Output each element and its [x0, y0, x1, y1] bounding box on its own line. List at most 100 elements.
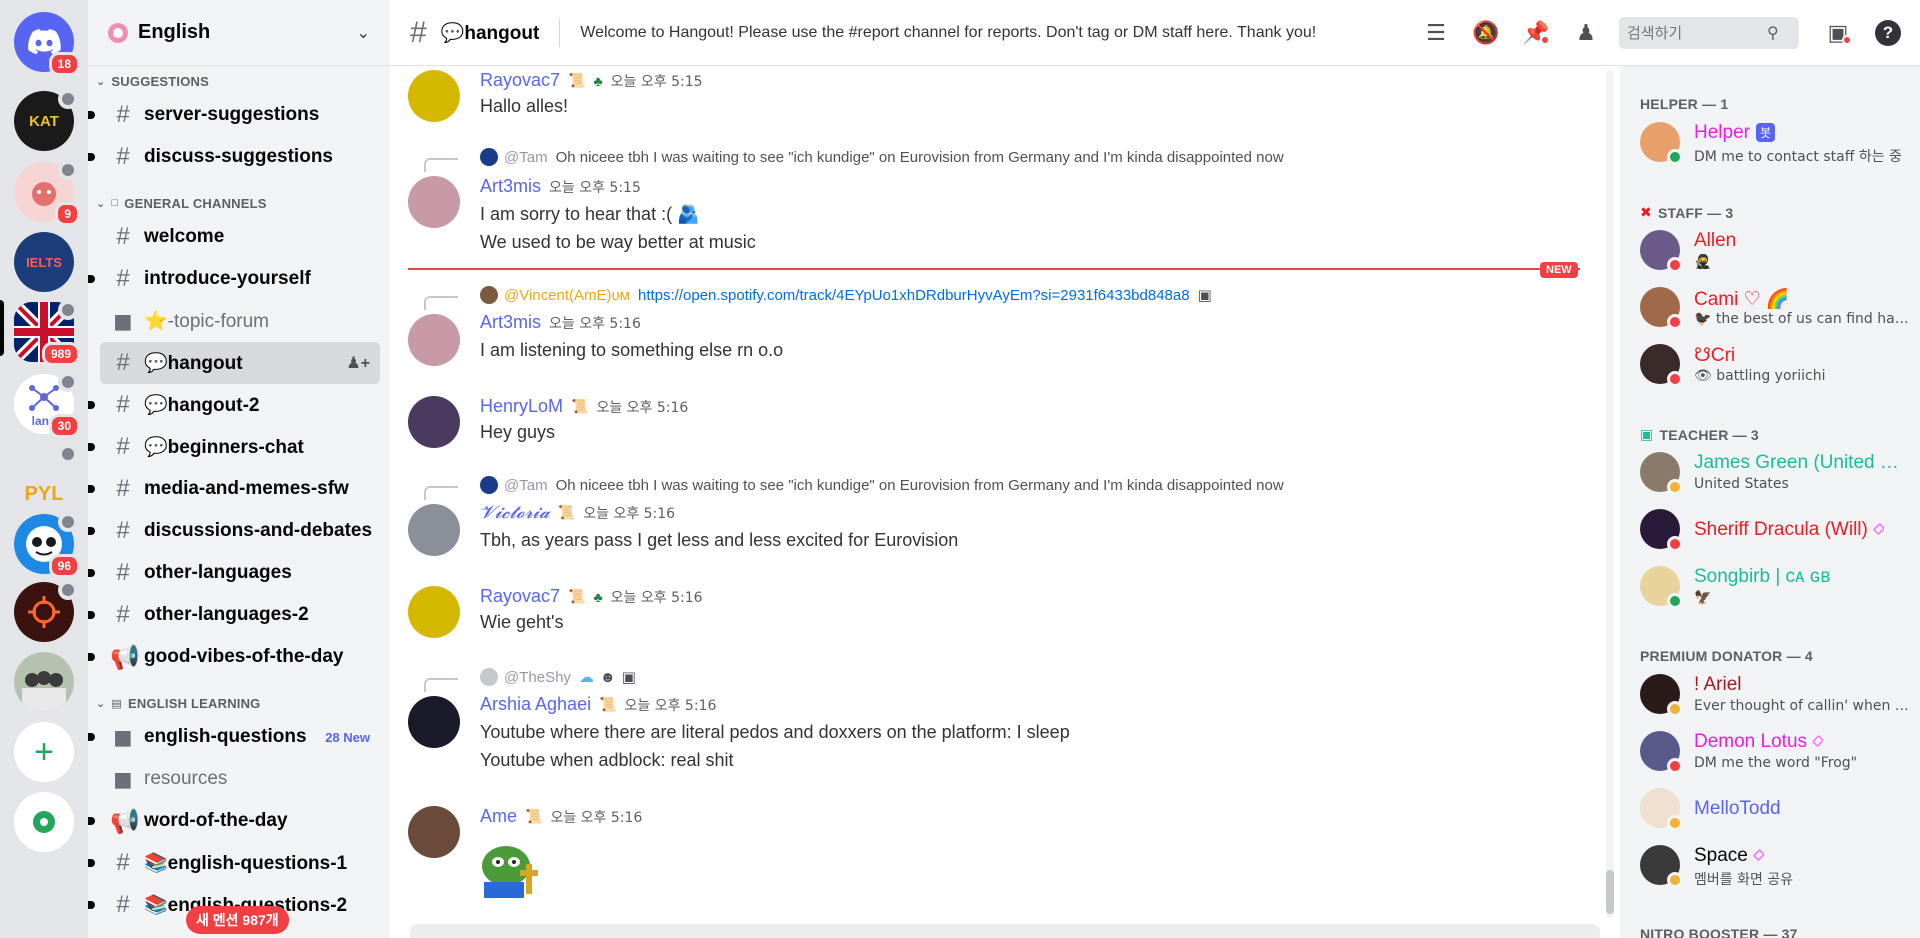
boost-icon: [58, 512, 78, 532]
message-text: I am sorry to hear that :( 🫂: [480, 204, 700, 224]
avatar[interactable]: [408, 70, 460, 122]
reply-preview[interactable]: @TheShy ☁ ☻ ▣: [424, 668, 636, 692]
member-item[interactable]: Space 멤버를 화면 공유: [1640, 839, 1910, 891]
member-item[interactable]: Allen 🥷: [1640, 224, 1910, 276]
member-item[interactable]: MelloTodd: [1640, 782, 1910, 834]
hashtag-icon: #: [116, 849, 130, 876]
avatar[interactable]: [408, 396, 460, 448]
member-list-icon[interactable]: ♟: [1570, 17, 1602, 49]
bot-badge: 봇: [1755, 123, 1776, 143]
member-name: ☋Cri: [1694, 345, 1736, 366]
channel-topic[interactable]: Welcome to Hangout! Please use the #repo…: [580, 24, 1316, 42]
channel-english-questions[interactable]: ◼ english-questions 28 New: [88, 716, 380, 758]
member-item[interactable]: Demon Lotus DM me the word "Frog": [1640, 725, 1910, 777]
channel-hangout[interactable]: # 💬hangout ♟+: [100, 342, 380, 384]
channel-good-vibes[interactable]: 📢 good-vibes-of-the-day: [88, 636, 380, 678]
server-icon-pyl[interactable]: PYL: [14, 444, 78, 506]
channel-english-questions-1[interactable]: # 📚english-questions-1: [88, 842, 380, 884]
search-icon: ⚲: [1767, 25, 1779, 42]
member-item[interactable]: ☋Cri 👁 battling yoriichi: [1640, 338, 1910, 390]
member-item[interactable]: ! Ariel Ever thought of callin' when you…: [1640, 668, 1910, 720]
guild-header[interactable]: English ⌄: [88, 0, 390, 66]
pepe-sticker[interactable]: [480, 836, 542, 898]
threads-icon[interactable]: ☰: [1420, 17, 1452, 49]
server-icon-9[interactable]: [14, 652, 74, 712]
avatar[interactable]: [408, 696, 460, 748]
server-icon-lang[interactable]: lang 30: [14, 372, 80, 438]
server-icon-kat[interactable]: KAT: [14, 89, 78, 151]
message-composer[interactable]: [410, 924, 1600, 938]
message-author[interactable]: Art3mis: [480, 312, 541, 333]
member-status: United States: [1694, 476, 1789, 492]
channel-resources[interactable]: ◼ resources: [100, 758, 380, 800]
server-icon-2[interactable]: 9: [14, 160, 80, 226]
avatar[interactable]: [408, 176, 460, 228]
new-mentions-pill[interactable]: 새 멘션 987개: [186, 906, 289, 934]
message-author[interactable]: Ame: [480, 806, 517, 827]
member-item[interactable]: Sheriff Dracula (Will): [1640, 503, 1910, 555]
status-idle-icon: [1667, 701, 1683, 717]
message-author[interactable]: Rayovac7: [480, 70, 560, 91]
category-english-learning[interactable]: ⌄ ▤ ENGLISH LEARNING: [88, 690, 390, 716]
notification-muted-icon[interactable]: 🔕: [1470, 17, 1502, 49]
status-dnd-icon: [1667, 758, 1683, 774]
server-icon-english[interactable]: 989: [14, 300, 80, 366]
discover-button[interactable]: [14, 792, 74, 852]
search-box[interactable]: ⚲: [1619, 17, 1799, 49]
help-icon[interactable]: ?: [1872, 17, 1904, 49]
reply-preview[interactable]: @Tam Oh niceee tbh I was waiting to see "…: [424, 476, 1284, 500]
member-item[interactable]: Songbirb | ᴄᴀ ɢʙ 🦅: [1640, 560, 1910, 612]
add-server-button[interactable]: +: [14, 722, 74, 782]
forum-icon: ◼: [113, 723, 133, 751]
channel-hangout-2[interactable]: # 💬hangout-2: [88, 384, 380, 426]
server-icon-ielts[interactable]: IELTS: [14, 232, 74, 292]
pin-icon[interactable]: 📌: [1520, 17, 1552, 49]
image-icon: ▣: [1197, 287, 1212, 304]
role-header: ✖ STAFF — 3: [1640, 204, 1734, 221]
category-general[interactable]: ⌄ □ GENERAL CHANNELS: [88, 190, 390, 216]
channel-other-languages-2[interactable]: # other-languages-2: [88, 594, 380, 636]
status-online-icon: [1667, 593, 1683, 609]
home-button[interactable]: 18: [14, 12, 80, 76]
spotify-link[interactable]: https://open.spotify.com/track/4EYpUo1xh…: [638, 287, 1190, 304]
channel-server-suggestions[interactable]: # server-suggestions: [88, 94, 380, 136]
avatar[interactable]: [408, 314, 460, 366]
channel-other-languages[interactable]: # other-languages: [88, 552, 380, 594]
hashtag-icon: #: [116, 433, 130, 460]
scrollbar-track[interactable]: [1606, 70, 1614, 918]
timestamp: 오늘 오후 5:16: [550, 809, 643, 826]
server-icon-7[interactable]: 96: [14, 512, 80, 578]
channel-beginners-chat[interactable]: # 💬beginners-chat: [88, 426, 380, 468]
reply-preview[interactable]: @Tam Oh niceee tbh I was waiting to see "…: [424, 148, 1284, 172]
category-suggestions[interactable]: ⌄ SUGGESTIONS: [88, 68, 390, 94]
channel-discuss-suggestions[interactable]: # discuss-suggestions: [88, 136, 380, 178]
message-author[interactable]: HenryLoM: [480, 396, 563, 417]
status-online-icon: [1667, 149, 1683, 165]
search-input[interactable]: [1627, 24, 1767, 42]
message-author[interactable]: Rayovac7: [480, 586, 560, 607]
avatar[interactable]: [408, 586, 460, 638]
channel-sidebar: English ⌄ ⌄ SUGGESTIONS # server-suggestio…: [88, 0, 390, 938]
channel-topic-forum[interactable]: ◼ ⭐-topic-forum: [100, 300, 380, 342]
inbox-icon[interactable]: ▣: [1822, 17, 1854, 49]
channel-word-of-the-day[interactable]: 📢 word-of-the-day: [88, 800, 380, 842]
avatar[interactable]: [408, 504, 460, 556]
channel-discussions[interactable]: # discussions-and-debates: [88, 510, 380, 552]
message-author[interactable]: 𝓥𝓲𝓬𝓽𝓸𝓻𝓲𝓪: [480, 502, 550, 523]
server-icon-8[interactable]: [14, 580, 78, 642]
channel-introduce-yourself[interactable]: # introduce-yourself: [88, 258, 380, 300]
reply-preview[interactable]: @Vincent(AmE)ᴜᴍ https://open.spotify.com/…: [424, 286, 1212, 310]
message-author[interactable]: Arshia Aghaei: [480, 694, 591, 715]
timestamp: 오늘 오후 5:16: [610, 589, 703, 606]
channel-media-and-memes[interactable]: # media-and-memes-sfw: [88, 468, 380, 510]
channel-welcome[interactable]: # welcome: [100, 216, 380, 258]
member-item[interactable]: James Green (United States) United State…: [1640, 446, 1910, 498]
clover-icon: ♣: [593, 588, 603, 605]
scrollbar-thumb[interactable]: [1606, 870, 1614, 914]
avatar[interactable]: [408, 806, 460, 858]
add-member-icon[interactable]: ♟+: [346, 353, 370, 373]
member-item[interactable]: Cami ♡ 🌈 🐦‍⬛ the best of us can find hap…: [1640, 281, 1910, 333]
message-author[interactable]: Art3mis: [480, 176, 541, 197]
member-item[interactable]: Helper 봇 DM me to contact staff 하는 중: [1640, 116, 1910, 168]
status-dnd-icon: [1667, 536, 1683, 552]
